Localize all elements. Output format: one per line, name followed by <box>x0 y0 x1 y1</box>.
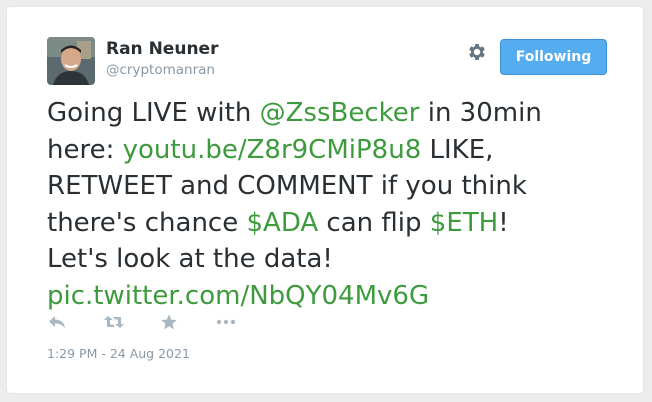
tweet-text-segment: ! <box>498 207 509 238</box>
tweet-text-segment: RETWEET and COMMENT if you think <box>47 171 527 201</box>
tweet-text: Going LIVE with @ZssBecker in 30min here… <box>47 95 617 314</box>
tweet-text-segment: in 30min <box>419 98 542 128</box>
tweet-line: Going LIVE with @ZssBecker in 30min <box>47 95 617 132</box>
author-name[interactable]: Ran Neuner <box>106 39 218 59</box>
tweet-line: there's chance $ADA can flip $ETH! <box>47 205 617 242</box>
tweet-text-segment: can flip <box>318 207 430 238</box>
tweet-line: Let's look at the data! <box>47 241 617 278</box>
mention-link[interactable]: @ZssBecker <box>260 98 420 128</box>
tweet-line: here: youtu.be/Z8r9CMiP8u8 LIKE, <box>47 132 617 169</box>
tweet-text-segment: there's chance <box>47 207 247 238</box>
cashtag-link[interactable]: $ETH <box>430 208 498 238</box>
tweet-text-segment: LIKE, <box>421 134 494 165</box>
star-icon[interactable] <box>160 313 182 331</box>
retweet-icon[interactable] <box>103 313 125 331</box>
url-link[interactable]: youtu.be/Z8r9CMiP8u8 <box>123 135 422 165</box>
tweet-line: pic.twitter.com/NbQY04Mv6G <box>47 278 617 315</box>
timestamp[interactable]: 1:29 PM - 24 Aug 2021 <box>47 346 190 361</box>
gear-icon[interactable] <box>466 41 488 63</box>
pic-link[interactable]: pic.twitter.com/NbQY04Mv6G <box>47 281 429 311</box>
tweet-line: RETWEET and COMMENT if you think <box>47 168 617 205</box>
tweet-text-segment: here: <box>47 134 123 165</box>
tweet-text-segment: Let's look at the data! <box>47 244 333 274</box>
avatar[interactable] <box>47 37 95 85</box>
following-button[interactable]: Following <box>500 39 607 75</box>
more-icon[interactable] <box>215 313 237 331</box>
tweet-card: Ran Neuner @cryptomanran Following Going… <box>6 6 644 394</box>
tweet-text-segment: Going LIVE with <box>47 98 260 128</box>
reply-icon[interactable] <box>47 313 69 331</box>
cashtag-link[interactable]: $ADA <box>246 208 318 238</box>
author-handle[interactable]: @cryptomanran <box>106 62 215 78</box>
